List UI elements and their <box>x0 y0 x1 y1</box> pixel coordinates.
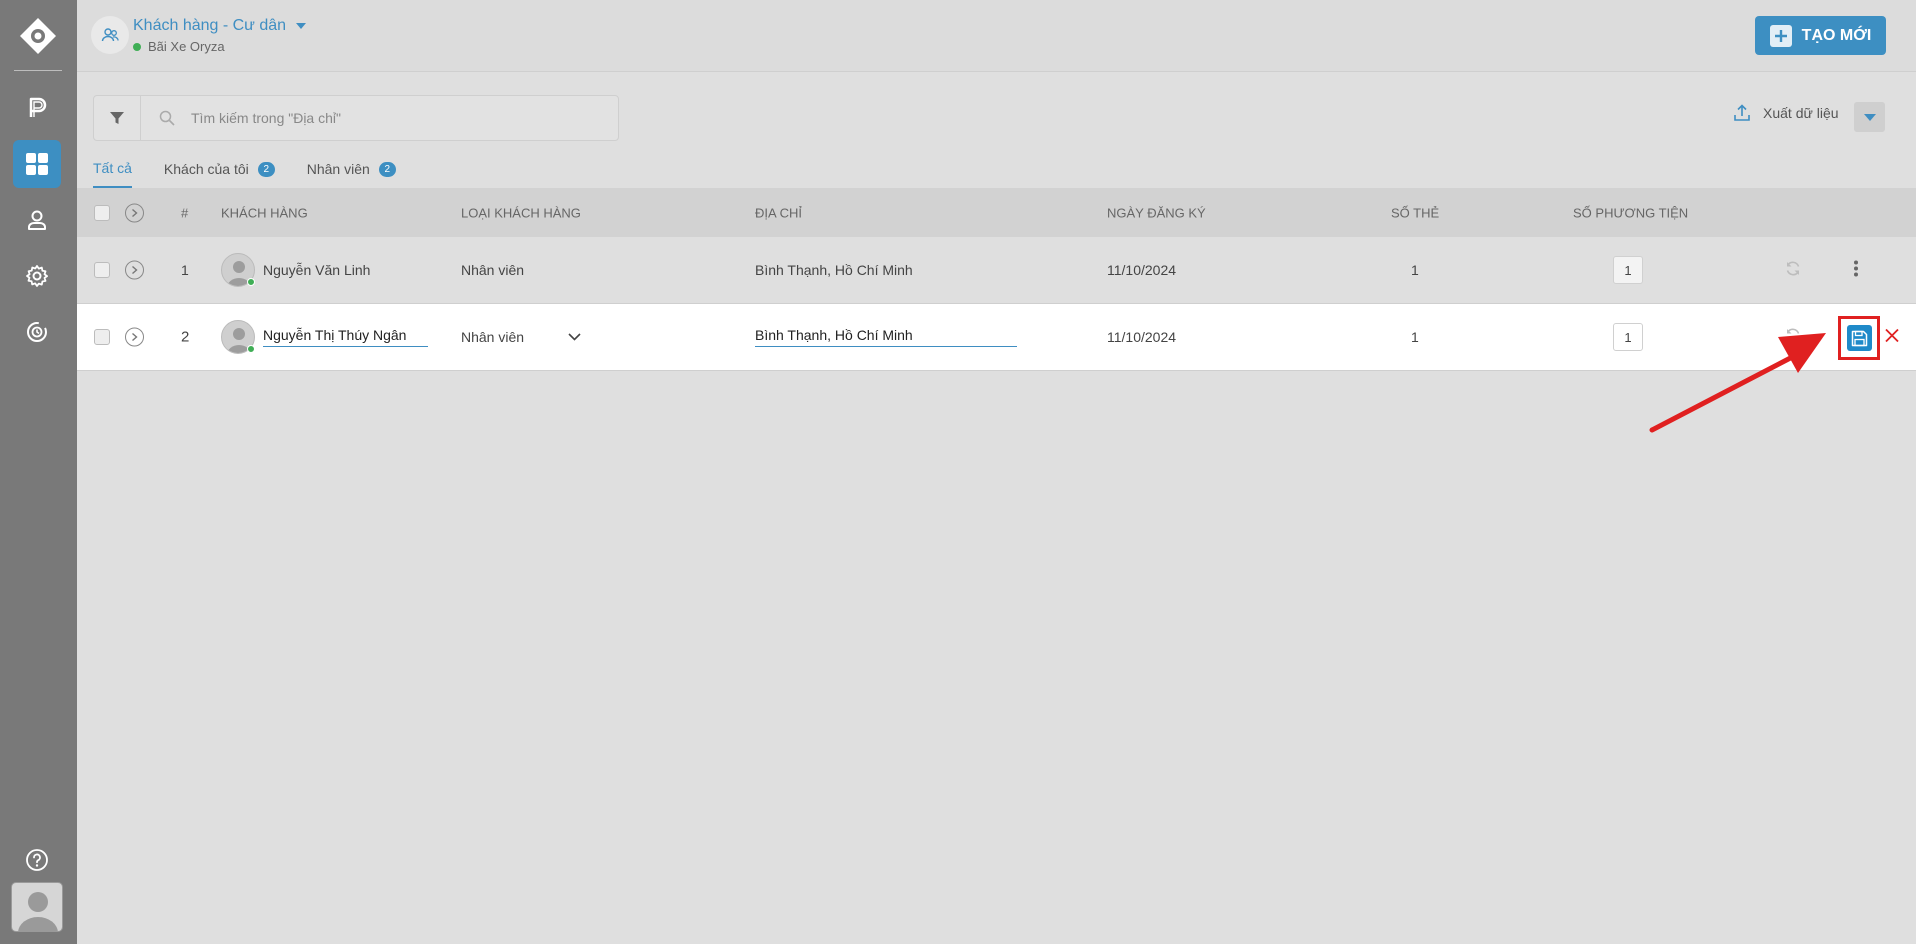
tab-label: Nhân viên <box>306 161 370 177</box>
customer-address: Bình Thạnh, Hồ Chí Minh <box>755 262 913 278</box>
sidebar-item-users[interactable] <box>13 196 61 244</box>
parking-icon <box>29 97 47 117</box>
row-more-button[interactable] <box>1853 260 1859 281</box>
row-checkbox[interactable] <box>94 262 110 278</box>
table-row[interactable]: 1 Nguyễn Văn Linh Nhân viên Bình Thạnh, … <box>77 237 1916 304</box>
parking-lot-label: Bãi Xe Oryza <box>133 39 225 54</box>
card-count: 1 <box>1411 262 1419 278</box>
search-field <box>141 96 618 140</box>
create-new-label: TẠO MỚI <box>1801 26 1872 44</box>
col-customer-type[interactable]: LOẠI KHÁCH HÀNG <box>461 205 581 220</box>
status-dot <box>133 42 141 51</box>
sidebar-item-parking[interactable] <box>13 84 61 132</box>
customer-type-select[interactable]: Nhân viên <box>461 329 581 345</box>
create-new-button[interactable]: TẠO MỚI <box>1755 16 1886 55</box>
parking-lot-name: Bãi Xe Oryza <box>148 39 225 54</box>
customer-type: Nhân viên <box>461 262 525 278</box>
save-icon <box>1851 330 1868 346</box>
sync-button[interactable] <box>1785 261 1801 280</box>
history-icon <box>27 322 47 342</box>
export-dropdown-button[interactable] <box>1854 102 1885 132</box>
sidebar-item-dashboard[interactable] <box>13 140 61 188</box>
close-icon <box>1885 328 1899 343</box>
row-expand-button[interactable] <box>125 260 144 280</box>
module-selector[interactable]: Khách hàng - Cư dân <box>133 17 307 35</box>
caret-down-icon <box>1863 113 1876 121</box>
expand-all-button[interactable] <box>125 203 144 222</box>
chevron-right-icon <box>132 208 138 217</box>
col-index: # <box>181 205 189 220</box>
customer-name: Nguyễn Văn Linh <box>263 262 371 278</box>
tab-label: Tất cả <box>93 160 132 176</box>
chevron-right-icon <box>132 265 138 275</box>
row-checkbox[interactable] <box>94 329 110 345</box>
sidebar-item-settings[interactable] <box>13 252 61 300</box>
count-badge: 2 <box>378 161 396 177</box>
col-vehicles[interactable]: SỐ PHƯƠNG TIỆN <box>1573 205 1688 220</box>
registration-date: 11/10/2024 <box>1107 329 1177 345</box>
filter-icon <box>110 112 124 124</box>
customer-address-input[interactable]: Bình Thạnh, Hồ Chí Minh <box>755 327 1017 347</box>
col-reg-date[interactable]: NGÀY ĐĂNG KÝ <box>1107 205 1206 220</box>
export-button[interactable]: Xuất dữ liệu <box>1733 104 1839 122</box>
sidebar-item-history[interactable] <box>13 308 61 356</box>
row-expand-button[interactable] <box>125 327 144 347</box>
save-row-button[interactable] <box>1847 325 1872 351</box>
search-input[interactable] <box>191 110 571 126</box>
online-dot <box>247 278 255 286</box>
sync-icon <box>1786 261 1800 276</box>
upload-icon <box>1734 104 1750 121</box>
search-bar <box>93 95 619 141</box>
vehicle-count[interactable]: 1 <box>1613 256 1643 284</box>
sidebar <box>0 0 77 944</box>
app-logo-icon[interactable] <box>19 17 57 55</box>
customer-type-value: Nhân viên <box>461 329 525 345</box>
row-index: 2 <box>181 328 190 346</box>
table-header: # KHÁCH HÀNG LOẠI KHÁCH HÀNG ĐỊA CHỈ NGÀ… <box>77 188 1916 237</box>
col-customer[interactable]: KHÁCH HÀNG <box>221 205 308 220</box>
tab-all[interactable]: Tất cả <box>93 160 132 188</box>
sidebar-divider <box>14 70 62 71</box>
count-badge: 2 <box>257 161 275 177</box>
search-icon <box>159 110 175 126</box>
online-dot <box>247 345 255 353</box>
export-label: Xuất dữ liệu <box>1763 105 1839 121</box>
col-address[interactable]: ĐỊA CHỈ <box>755 205 802 220</box>
user-avatar[interactable] <box>11 882 63 932</box>
page-title: Khách hàng - Cư dân <box>133 17 287 34</box>
filter-button[interactable] <box>94 96 141 140</box>
more-vertical-icon <box>1854 260 1858 277</box>
plus-icon <box>1769 24 1792 47</box>
col-cards[interactable]: SỐ THẺ <box>1391 205 1439 220</box>
row-index: 1 <box>181 262 189 278</box>
cancel-edit-button[interactable] <box>1885 328 1899 346</box>
help-icon[interactable] <box>25 848 49 872</box>
card-count: 1 <box>1411 329 1419 345</box>
tab-staff[interactable]: Nhân viên 2 <box>307 160 396 188</box>
grid-icon <box>26 153 48 175</box>
customer-name-input[interactable]: Nguyễn Thị Thúy Ngân <box>263 327 428 347</box>
chevron-down-icon <box>568 333 581 341</box>
annotation-arrow-icon <box>1649 333 1826 433</box>
user-icon <box>28 210 46 230</box>
tab-my-customers[interactable]: Khách của tôi 2 <box>164 160 275 188</box>
registration-date: 11/10/2024 <box>1107 262 1177 278</box>
customers-icon <box>91 16 129 54</box>
avatar-icon <box>18 892 58 931</box>
chevron-right-icon <box>132 332 138 342</box>
filter-tabs: Tất cả Khách của tôi 2 Nhân viên 2 <box>93 160 396 188</box>
select-all-checkbox[interactable] <box>94 204 110 221</box>
gear-icon <box>26 265 48 287</box>
vehicle-count[interactable]: 1 <box>1613 323 1643 351</box>
caret-down-icon <box>296 23 307 29</box>
tab-label: Khách của tôi <box>163 161 249 177</box>
page-header: Khách hàng - Cư dân Bãi Xe Oryza TẠO MỚI <box>77 0 1916 72</box>
